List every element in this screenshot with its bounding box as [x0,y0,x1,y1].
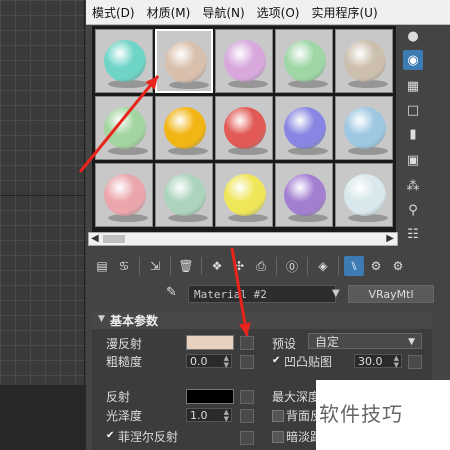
annotation-arrow-diffuse-head [238,322,251,336]
annotation-arrow-slot-shaft [78,75,160,173]
annotation-arrow-diffuse-shaft [230,247,249,337]
annotation-arrows [78,75,251,337]
